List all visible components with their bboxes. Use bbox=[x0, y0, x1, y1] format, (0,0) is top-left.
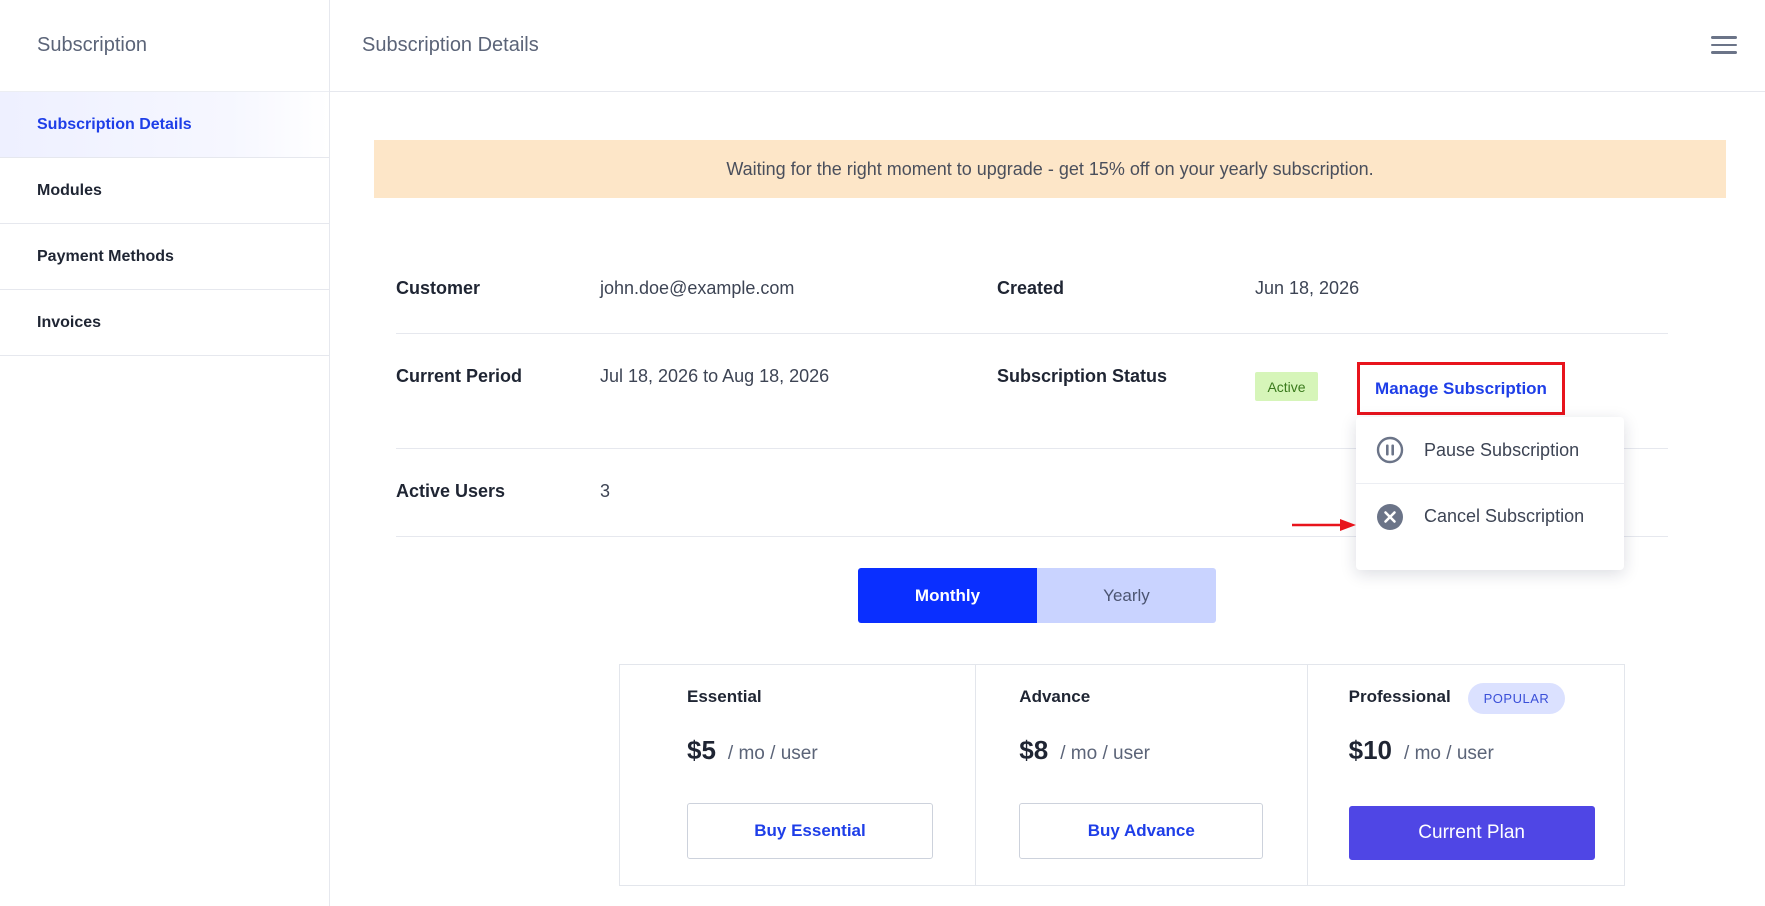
sidebar-item-subscription-details[interactable]: Subscription Details bbox=[0, 92, 329, 158]
cancel-subscription-label: Cancel Subscription bbox=[1424, 506, 1585, 526]
hamburger-menu-icon[interactable] bbox=[1711, 36, 1737, 56]
plan-card-essential: Essential $5 / mo / user Buy Essential bbox=[620, 665, 977, 885]
price-amount: $8 bbox=[1019, 735, 1049, 765]
price-unit: / mo / user bbox=[1060, 743, 1150, 764]
sidebar-item-invoices[interactable]: Invoices bbox=[0, 290, 329, 356]
sidebar-item-modules[interactable]: Modules bbox=[0, 158, 329, 224]
plans-grid: Essential $5 / mo / user Buy Essential A… bbox=[619, 664, 1625, 886]
sidebar-title: Subscription bbox=[0, 0, 329, 92]
pause-subscription-item[interactable]: Pause Subscription bbox=[1356, 417, 1624, 483]
plan-price: $10 / mo / user bbox=[1349, 735, 1494, 766]
detail-row-customer: Customer john.doe@example.com Created Ju… bbox=[396, 248, 1668, 334]
plan-card-advance: Advance $8 / mo / user Buy Advance bbox=[976, 665, 1308, 885]
plan-name: Professional bbox=[1348, 687, 1451, 706]
price-amount: $10 bbox=[1348, 735, 1393, 765]
current-plan-button[interactable]: Current Plan bbox=[1348, 806, 1595, 860]
price-unit: / mo / user bbox=[727, 743, 818, 764]
price-unit: / mo / user bbox=[1404, 743, 1494, 764]
popular-badge: POPULAR bbox=[1467, 683, 1566, 714]
created-label: Created bbox=[997, 278, 1065, 298]
plan-card-professional: Professional POPULAR $10 / mo / user Cur… bbox=[1308, 665, 1624, 885]
upgrade-banner: Waiting for the right moment to upgrade … bbox=[374, 140, 1726, 198]
buy-essential-button[interactable]: Buy Essential bbox=[687, 803, 933, 859]
red-arrow-icon bbox=[1292, 519, 1356, 531]
active-users-label: Active Users bbox=[396, 481, 506, 501]
page-header: Subscription Details bbox=[330, 0, 1765, 92]
yearly-toggle-button[interactable]: Yearly bbox=[1037, 568, 1216, 623]
sidebar: Subscription Subscription Details Module… bbox=[0, 0, 330, 906]
manage-subscription-button[interactable]: Manage Subscription bbox=[1357, 362, 1565, 415]
customer-label: Customer bbox=[396, 278, 481, 298]
current-period-value: Jul 18, 2026 to Aug 18, 2026 bbox=[600, 366, 830, 386]
sidebar-item-payment-methods[interactable]: Payment Methods bbox=[0, 224, 329, 290]
subscription-status-label: Subscription Status bbox=[997, 366, 1168, 386]
price-amount: $5 bbox=[687, 735, 716, 765]
cancel-circle-icon bbox=[1376, 503, 1404, 531]
current-period-label: Current Period bbox=[396, 366, 523, 386]
plan-name: Essential bbox=[687, 687, 762, 706]
active-users-value: 3 bbox=[600, 481, 611, 501]
pause-circle-icon bbox=[1376, 436, 1404, 464]
monthly-toggle-button[interactable]: Monthly bbox=[858, 568, 1037, 623]
page-title: Subscription Details bbox=[362, 34, 539, 56]
plan-price: $8 / mo / user bbox=[1019, 735, 1150, 766]
status-badge: Active bbox=[1255, 372, 1318, 401]
customer-value: john.doe@example.com bbox=[600, 278, 795, 298]
pause-subscription-label: Pause Subscription bbox=[1424, 439, 1580, 460]
plan-price: $5 / mo / user bbox=[687, 735, 818, 766]
cancel-subscription-item[interactable]: Cancel Subscription bbox=[1356, 483, 1624, 549]
buy-advance-button[interactable]: Buy Advance bbox=[1019, 803, 1264, 859]
billing-period-toggle: Monthly Yearly bbox=[858, 568, 1216, 623]
manage-subscription-menu: Pause Subscription Cancel Subscription bbox=[1356, 417, 1624, 570]
created-value: Jun 18, 2026 bbox=[1255, 278, 1360, 298]
plan-name: Advance bbox=[1019, 687, 1091, 706]
